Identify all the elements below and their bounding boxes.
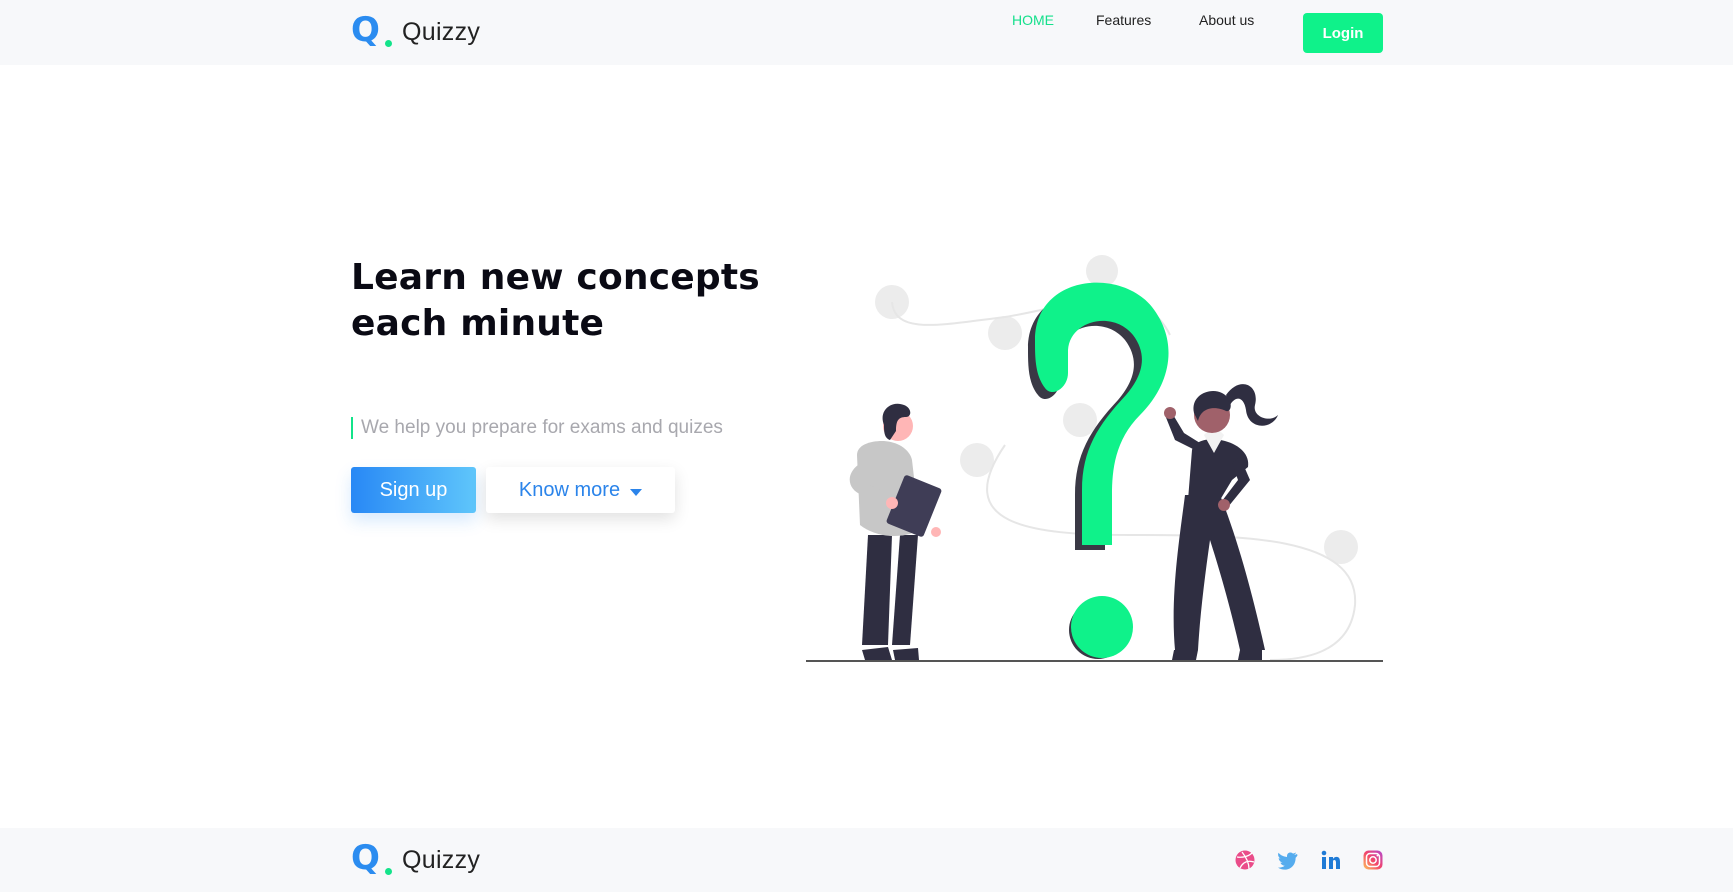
nav-home[interactable]: HOME — [1012, 0, 1054, 40]
twitter-icon[interactable] — [1276, 849, 1298, 871]
hero-title: Learn new concepts each minute — [351, 255, 771, 347]
typing-cursor — [351, 417, 353, 439]
dribbble-icon[interactable] — [1234, 849, 1256, 871]
site-footer: Q Quizzy — [0, 828, 1733, 892]
brand-name: Quizzy — [402, 17, 481, 46]
footer-logo[interactable]: Q Quizzy — [351, 838, 481, 879]
footer-brand-name: Quizzy — [402, 845, 481, 874]
hero-title-line1: Learn new concepts — [351, 257, 760, 298]
woman-figure — [1164, 384, 1278, 660]
nav-about-us[interactable]: About us — [1199, 0, 1254, 40]
signup-label: Sign up — [379, 478, 448, 501]
logo-dot — [385, 40, 392, 47]
hero-title-line2: each minute — [351, 303, 605, 344]
know-more-label: Know more — [518, 478, 621, 501]
footer-logo-letter: Q — [351, 838, 380, 878]
login-button[interactable]: Login — [1303, 13, 1383, 53]
signup-button[interactable]: Sign up — [351, 467, 476, 513]
logo-mark: Q — [351, 10, 393, 51]
question-mark-icon — [1028, 282, 1169, 659]
hero-tagline: We help you prepare for exams and quizes — [351, 416, 723, 440]
hero-illustration — [806, 255, 1383, 662]
nav-features[interactable]: Features — [1096, 0, 1151, 40]
caret-down-icon — [630, 488, 643, 496]
man-figure — [849, 403, 942, 660]
footer-logo-mark: Q — [351, 838, 393, 879]
tagline-text: We help you prepare for exams and quizes — [361, 417, 723, 438]
header-logo[interactable]: Q Quizzy — [351, 10, 481, 51]
linkedin-icon[interactable] — [1320, 849, 1342, 871]
know-more-button[interactable]: Know more — [486, 467, 675, 513]
site-header: Q Quizzy HOME Features About us Login — [0, 0, 1733, 65]
footer-logo-dot — [385, 868, 392, 875]
instagram-icon[interactable] — [1362, 849, 1384, 871]
logo-letter: Q — [351, 10, 380, 50]
